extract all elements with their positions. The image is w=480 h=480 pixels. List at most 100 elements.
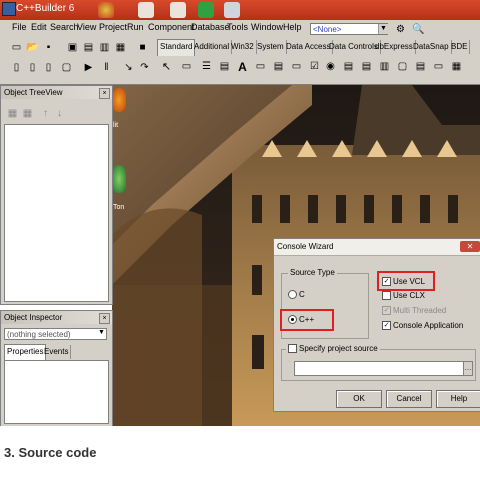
save-all-icon[interactable]: ▣ — [64, 40, 81, 56]
browser-icon[interactable] — [112, 88, 126, 112]
inspector-selection-combo[interactable]: (nothing selected) — [4, 328, 107, 340]
use-clx-label: Use CLX — [393, 291, 426, 300]
radio-c[interactable]: C — [288, 290, 305, 300]
menu-window[interactable]: Window — [251, 22, 283, 32]
cancel-button[interactable]: Cancel — [386, 390, 432, 408]
checkbox-specify-project-source[interactable]: Specify project source — [286, 344, 380, 354]
checkbox-console-application[interactable]: ✓ Console Application — [382, 321, 463, 331]
pointer-icon[interactable]: ↖ — [158, 59, 175, 75]
check-icon: ✓ — [382, 306, 391, 316]
desktop-icon-label: lit — [113, 122, 119, 129]
view-form-icon[interactable]: ▯ — [24, 60, 41, 76]
menu-edit[interactable]: Edit — [31, 22, 47, 32]
specify-source-label: Specify project source — [299, 344, 378, 353]
tab-additional[interactable]: Additional — [192, 40, 233, 54]
source-type-label: Source Type — [288, 268, 337, 277]
scrollbar-component-icon[interactable]: ▥ — [376, 59, 393, 75]
tab-standard[interactable]: Standard — [157, 39, 196, 56]
close-icon[interactable]: × — [99, 88, 110, 99]
close-icon[interactable]: ✕ — [460, 241, 480, 252]
menu-help[interactable]: Help — [283, 22, 302, 32]
edit-component-icon[interactable]: ▭ — [252, 59, 269, 75]
taskbar-app-icon[interactable] — [224, 2, 240, 18]
copy-icon[interactable]: ▦ — [19, 106, 36, 122]
menu-run[interactable]: Run — [127, 22, 144, 32]
new-icon[interactable]: ▭ — [8, 40, 25, 56]
checkbox-multi-threaded: ✓ Multi Threaded — [382, 306, 446, 316]
project-source-input[interactable] — [294, 361, 464, 376]
menu-project[interactable]: Project — [99, 22, 127, 32]
remove-file-icon[interactable]: ▦ — [112, 40, 129, 56]
menu-database[interactable]: Database — [191, 22, 230, 32]
add-file-icon[interactable]: ▥ — [96, 40, 113, 56]
dialog-title: Console Wizard — [277, 242, 334, 251]
panel-component-icon[interactable]: ▭ — [430, 59, 447, 75]
highlight-box — [377, 271, 435, 291]
radiogroup-component-icon[interactable]: ▤ — [412, 59, 429, 75]
open-project-icon[interactable]: ▤ — [80, 40, 97, 56]
radio-button-component-icon[interactable]: ◉ — [322, 59, 339, 75]
checkbox-empty-icon — [288, 344, 297, 354]
tab-dbexpress[interactable]: dbExpress — [373, 40, 416, 54]
new-form-icon[interactable]: ▢ — [58, 60, 75, 76]
tab-datasnap[interactable]: DataSnap — [411, 40, 452, 54]
property-grid[interactable] — [4, 360, 109, 424]
component-find-icon[interactable]: 🔍 — [410, 22, 427, 38]
label-component-icon[interactable]: A — [234, 59, 251, 75]
globe-icon[interactable] — [112, 165, 126, 193]
arrow-down-icon[interactable]: ↓ — [51, 106, 68, 122]
source-type-group: Source Type C C++ — [280, 268, 369, 339]
menu-file[interactable]: File — [12, 22, 27, 32]
chevron-down-icon[interactable]: ▼ — [98, 329, 105, 336]
object-inspector-panel: Object Inspector × (nothing selected) ▼ … — [0, 310, 113, 428]
open-icon[interactable]: 📂 — [24, 40, 41, 56]
taskbar-app-icon[interactable] — [198, 2, 214, 18]
close-icon[interactable]: × — [99, 313, 110, 324]
step-over-icon[interactable]: ↷ — [136, 60, 153, 76]
menu-tools[interactable]: Tools — [227, 22, 248, 32]
treeview-title: Object TreeView — [1, 86, 112, 99]
browse-button[interactable]: … — [463, 361, 473, 376]
taskbar-app-icon[interactable] — [138, 2, 154, 18]
dialog-title-bar: Console Wizard ✕ — [274, 239, 480, 256]
menu-view[interactable]: View — [77, 22, 96, 32]
combobox-component-icon[interactable]: ▤ — [358, 59, 375, 75]
console-wizard-dialog: Console Wizard ✕ Source Type C C++ ✓ Use … — [273, 238, 480, 412]
listbox-component-icon[interactable]: ▤ — [340, 59, 357, 75]
component-selector[interactable]: <None> — [310, 23, 388, 35]
taskbar-app-icon[interactable] — [170, 2, 186, 18]
trace-into-icon[interactable]: ↘ — [120, 60, 137, 76]
radio-c-label: C — [299, 290, 305, 299]
toggle-form-unit-icon[interactable]: ▯ — [40, 60, 57, 76]
checkbox-use-clx[interactable]: Use CLX — [382, 291, 426, 301]
app-icon — [2, 2, 16, 16]
inspector-tabs: Properties Events — [4, 344, 108, 361]
button-component-icon[interactable]: ▭ — [288, 59, 305, 75]
chevron-down-icon[interactable]: ▼ — [378, 24, 388, 34]
tab-win32[interactable]: Win32 — [229, 40, 257, 54]
save-icon[interactable]: ▪ — [40, 40, 57, 56]
main-menu-component-icon[interactable]: ☰ — [198, 59, 215, 75]
help-book-icon[interactable]: ■ — [134, 40, 151, 56]
pause-icon[interactable]: ‖ — [98, 60, 115, 76]
component-search-icon[interactable]: ⚙ — [392, 22, 409, 38]
view-unit-icon[interactable]: ▯ — [8, 60, 25, 76]
tab-properties[interactable]: Properties — [4, 344, 47, 361]
actionlist-component-icon[interactable]: ▦ — [448, 59, 465, 75]
memo-component-icon[interactable]: ▤ — [270, 59, 287, 75]
tab-system[interactable]: System — [255, 40, 287, 54]
menu-component[interactable]: Component — [148, 22, 195, 32]
checkbox-component-icon[interactable]: ☑ — [306, 59, 323, 75]
tab-events[interactable]: Events — [42, 345, 72, 359]
checkbox-empty-icon — [382, 291, 391, 301]
popup-menu-component-icon[interactable]: ▤ — [216, 59, 233, 75]
ok-button[interactable]: OK — [336, 390, 382, 408]
taskbar-app-icon[interactable] — [98, 2, 114, 18]
treeview-list[interactable] — [4, 124, 109, 302]
frame-component-icon[interactable]: ▭ — [178, 59, 195, 75]
groupbox-component-icon[interactable]: ▢ — [394, 59, 411, 75]
menu-search[interactable]: Search — [50, 22, 79, 32]
run-icon[interactable]: ▶ — [80, 60, 97, 76]
help-button[interactable]: Help — [436, 390, 480, 408]
tab-bde[interactable]: BDE — [449, 40, 471, 54]
